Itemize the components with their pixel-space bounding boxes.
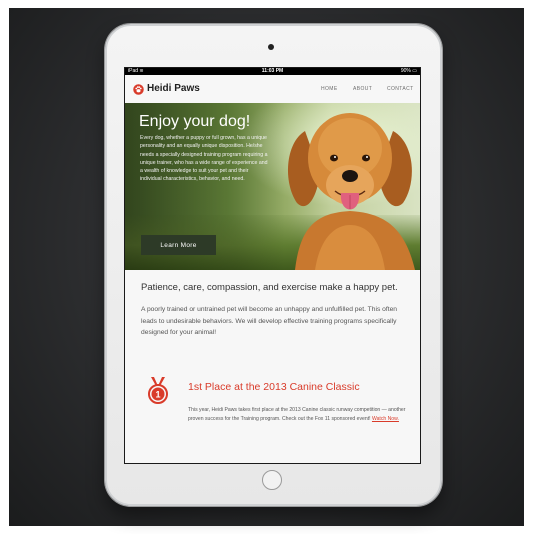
hero-title: Enjoy your dog! <box>139 113 251 130</box>
dog-image <box>287 113 415 270</box>
site-logo-text[interactable]: Heidi Paws <box>147 83 200 94</box>
home-button[interactable] <box>262 470 282 490</box>
camera-icon <box>268 44 274 50</box>
status-time: 11:03 PM <box>261 68 284 74</box>
nav-home[interactable]: HOME <box>321 86 338 92</box>
hero-banner: Enjoy your dog! Every dog, whether a pup… <box>125 103 420 270</box>
watch-now-link[interactable]: Watch Now. <box>372 416 399 422</box>
award-title: 1st Place at the 2013 Canine Classic <box>188 381 360 393</box>
battery-icon: ▭ <box>412 68 417 74</box>
award-body: This year, Heidi Paws takes first place … <box>188 406 410 423</box>
learn-more-button[interactable]: Learn More <box>141 235 216 255</box>
nav-contact[interactable]: CONTACT <box>387 86 414 92</box>
tagline: Patience, care, compassion, and exercise… <box>141 282 398 293</box>
top-nav: Heidi Paws HOME ABOUT CONTACT <box>125 75 420 103</box>
battery-label: 90% <box>400 68 411 74</box>
scene: iPad ≋ 11:03 PM 90% ▭ Heidi Paws HOME AB… <box>0 0 533 534</box>
hero-body: Every dog, whether a puppy or full grown… <box>140 135 268 183</box>
ipad-screen: iPad ≋ 11:03 PM 90% ▭ Heidi Paws HOME AB… <box>124 67 421 464</box>
paw-icon[interactable] <box>133 84 144 95</box>
medal-icon: 1 <box>148 377 168 404</box>
status-battery: 90% ▭ <box>401 68 417 75</box>
intro-text: A poorly trained or untrained pet will b… <box>141 306 398 336</box>
status-bar: iPad ≋ 11:03 PM 90% ▭ <box>125 68 420 75</box>
nav-about[interactable]: ABOUT <box>353 86 372 92</box>
medal-number: 1 <box>155 390 160 400</box>
